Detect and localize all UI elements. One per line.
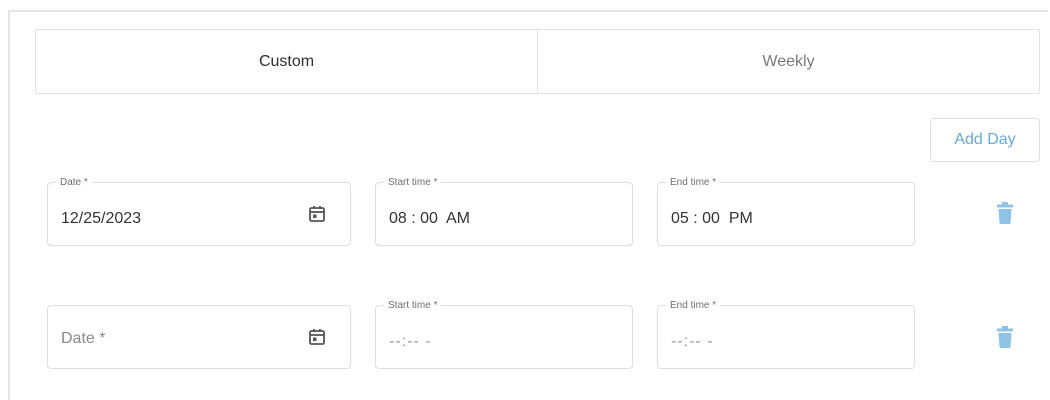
start-time-field[interactable]: Start time * 08 : 00 AM [375,177,633,246]
end-time-field[interactable]: End time * --:-- - [657,300,915,369]
end-time-label: End time * [666,177,721,189]
tab-custom[interactable]: Custom [36,30,537,93]
start-time-value: --:-- - [389,333,432,350]
start-time-value: 08 : 00 AM [389,210,470,227]
trash-icon[interactable] [997,326,1013,348]
date-placeholder: Date * [61,330,106,347]
trash-icon[interactable] [997,202,1013,224]
start-time-label: Start time * [384,300,442,312]
start-time-field[interactable]: Start time * --:-- - [375,300,633,369]
add-day-button[interactable]: Add Day [930,118,1040,162]
date-field-label: Date * [56,177,92,189]
end-time-value: 05 : 00 PM [671,210,753,227]
end-time-field[interactable]: End time * 05 : 00 PM [657,177,915,246]
calendar-icon[interactable] [308,328,326,346]
start-time-label: Start time * [384,177,442,189]
tab-weekly[interactable]: Weekly [537,30,1039,93]
end-time-value: --:-- - [671,333,714,350]
date-value: 12/25/2023 [61,210,142,227]
date-field[interactable]: Date * [47,305,351,369]
calendar-icon[interactable] [308,205,326,223]
end-time-label: End time * [666,300,721,312]
schedule-tabs: Custom Weekly [35,29,1040,94]
date-field[interactable]: Date * 12/25/2023 [47,177,351,246]
